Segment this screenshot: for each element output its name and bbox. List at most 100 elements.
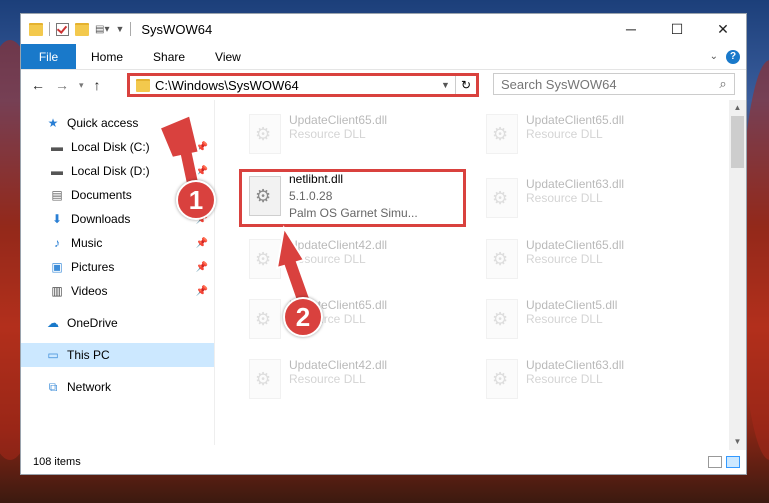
file-type: Resource DLL xyxy=(289,252,366,266)
search-input[interactable] xyxy=(494,75,712,93)
sidebar-item-label: Pictures xyxy=(71,260,115,274)
file-item[interactable]: UpdateClient65.dllResource DLL xyxy=(480,233,690,289)
search-box[interactable]: ⌕ xyxy=(493,73,735,95)
file-name: UpdateClient63.dll xyxy=(526,177,625,191)
pin-icon[interactable]: 📌 xyxy=(196,142,208,153)
address-dropdown-icon[interactable]: ▼ xyxy=(441,80,455,90)
dll-file-icon xyxy=(249,114,281,154)
properties-icon[interactable] xyxy=(56,22,69,36)
sidebar-item-label: Local Disk (C:) xyxy=(71,140,150,154)
sidebar-item-label: This PC xyxy=(67,348,110,362)
status-bar: 108 items xyxy=(21,449,746,474)
scroll-down-icon[interactable]: ▼ xyxy=(729,434,746,450)
sidebar-item-label: Documents xyxy=(71,188,132,202)
vertical-scrollbar[interactable]: ▲ ▼ xyxy=(729,100,746,450)
separator xyxy=(49,22,50,36)
refresh-icon[interactable]: ↻ xyxy=(455,76,476,94)
videos-icon: ▥ xyxy=(51,284,63,298)
drive-icon: ▬ xyxy=(51,164,63,178)
pin-icon[interactable]: 📌 xyxy=(196,166,208,177)
folder-icon xyxy=(136,78,150,92)
dll-file-icon xyxy=(249,359,281,399)
ribbon-tabs: File Home Share View ⌄ ? xyxy=(21,44,746,70)
sidebar-item-music[interactable]: ♪ Music 📌 xyxy=(21,231,214,255)
address-bar[interactable]: C:\Windows\SysWOW64 ▼ ↻ xyxy=(127,73,479,97)
file-name: UpdateClient65.dll xyxy=(526,113,625,127)
star-icon: ★ xyxy=(47,116,59,130)
file-item[interactable]: UpdateClient63.dllResource DLL xyxy=(480,172,690,228)
file-item[interactable]: UpdateClient63.dllResource DLL xyxy=(480,353,690,409)
navigation-buttons: ← → ▾ ↑ xyxy=(31,77,101,93)
tab-file[interactable]: File xyxy=(21,44,76,69)
sidebar-item-label: Network xyxy=(67,380,112,394)
sidebar-item-network[interactable]: ⧉ Network xyxy=(21,375,214,399)
separator xyxy=(130,22,132,36)
tab-home[interactable]: Home xyxy=(76,50,138,64)
sidebar-item-label: Quick access xyxy=(67,116,139,130)
address-row: ← → ▾ ↑ C:\Windows\SysWOW64 ▼ ↻ ⌕ xyxy=(21,70,746,100)
downloads-icon: ⬇ xyxy=(51,212,63,226)
file-type: Resource DLL xyxy=(289,372,366,386)
file-name: UpdateClient65.dll xyxy=(289,113,388,127)
pin-icon[interactable]: 📌 xyxy=(196,262,208,273)
pin-icon[interactable]: 📌 xyxy=(196,286,208,297)
close-button[interactable]: ✕ xyxy=(700,14,746,44)
details-view-icon[interactable] xyxy=(708,455,722,468)
toolbar-dropdown-icon[interactable]: ▼ xyxy=(115,24,124,34)
file-name: UpdateClient42.dll xyxy=(289,358,388,372)
documents-icon: ▤ xyxy=(51,188,63,202)
tab-view[interactable]: View xyxy=(200,50,256,64)
pictures-icon: ▣ xyxy=(51,260,63,274)
file-type: Resource DLL xyxy=(526,252,603,266)
file-item[interactable]: UpdateClient65.dllResource DLL xyxy=(243,293,453,349)
item-count: 108 items xyxy=(33,455,81,468)
file-item[interactable]: UpdateClient65.dllResource DLL xyxy=(480,108,690,164)
file-item[interactable]: UpdateClient5.dllResource DLL xyxy=(480,293,690,349)
scroll-up-icon[interactable]: ▲ xyxy=(729,100,746,116)
maximize-button[interactable]: ☐ xyxy=(654,14,700,44)
sidebar-item-local-disk-d[interactable]: ▬ Local Disk (D:) 📌 xyxy=(21,159,214,183)
file-type: Resource DLL xyxy=(289,127,366,141)
file-type: Resource DLL xyxy=(526,312,603,326)
sidebar-item-local-disk-c[interactable]: ▬ Local Disk (C:) 📌 xyxy=(21,135,214,159)
dll-file-icon xyxy=(249,239,281,279)
customize-toolbar-icon[interactable]: ▤▾ xyxy=(95,24,109,35)
search-icon[interactable]: ⌕ xyxy=(712,76,734,92)
file-type: Resource DLL xyxy=(526,372,603,386)
tab-share[interactable]: Share xyxy=(138,50,200,64)
pin-icon[interactable]: 📌 xyxy=(196,238,208,249)
sidebar-item-label: Music xyxy=(71,236,103,250)
sidebar-item-quick-access[interactable]: ★ Quick access xyxy=(21,111,214,135)
address-path[interactable]: C:\Windows\SysWOW64 xyxy=(155,78,441,93)
back-arrow-icon[interactable]: ← xyxy=(31,77,45,93)
dll-file-icon xyxy=(486,114,518,154)
up-arrow-icon[interactable]: ↑ xyxy=(94,77,101,93)
music-icon: ♪ xyxy=(54,236,60,250)
sidebar-item-this-pc[interactable]: ▭ This PC xyxy=(21,343,214,367)
network-icon: ⧉ xyxy=(48,379,58,394)
dll-file-icon xyxy=(486,299,518,339)
recent-locations-icon[interactable]: ▾ xyxy=(79,80,84,91)
minimize-button[interactable]: ─ xyxy=(608,14,654,44)
help-icon[interactable]: ? xyxy=(726,49,740,64)
explorer-window: ▤▾ ▼ SysWOW64 ─ ☐ ✕ File Home Share View… xyxy=(20,13,747,475)
sidebar-item-onedrive[interactable]: ☁ OneDrive xyxy=(21,311,214,335)
sidebar-item-videos[interactable]: ▥ Videos 📌 xyxy=(21,279,214,303)
sidebar-item-label: Videos xyxy=(71,284,108,298)
expand-ribbon-icon[interactable]: ⌄ xyxy=(710,51,718,62)
scroll-thumb[interactable] xyxy=(731,116,744,168)
sidebar-item-label: Local Disk (D:) xyxy=(71,164,150,178)
new-folder-icon[interactable] xyxy=(75,22,89,36)
step-badge-1: 1 xyxy=(176,180,216,220)
file-name: UpdateClient63.dll xyxy=(526,358,625,372)
forward-arrow-icon[interactable]: → xyxy=(55,77,69,93)
file-item[interactable]: UpdateClient42.dllResource DLL xyxy=(243,233,453,289)
file-name: UpdateClient42.dll xyxy=(289,238,388,252)
large-icons-view-icon[interactable] xyxy=(726,455,740,468)
file-item[interactable]: UpdateClient42.dllResource DLL xyxy=(243,353,453,409)
this-pc-icon: ▭ xyxy=(47,348,59,362)
file-item[interactable]: UpdateClient65.dllResource DLL xyxy=(243,108,453,164)
sidebar-item-pictures[interactable]: ▣ Pictures 📌 xyxy=(21,255,214,279)
highlight-netlibnt xyxy=(239,169,466,227)
title-bar: ▤▾ ▼ SysWOW64 ─ ☐ ✕ xyxy=(21,14,746,44)
